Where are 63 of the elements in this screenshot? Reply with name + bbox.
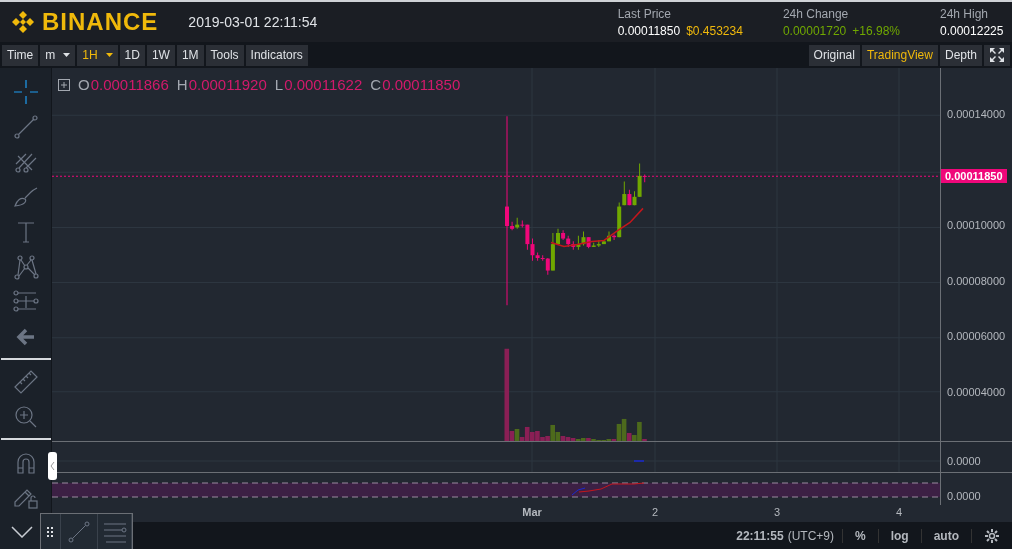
time-label: 4 [895,506,903,518]
interval-dropdown[interactable]: m [40,44,76,66]
stat-value: 0.00011850 [617,23,681,38]
stat-value: +16.98% [852,23,900,38]
view-tab[interactable]: TradingView [861,44,938,66]
scale-option[interactable]: log [878,528,922,543]
toolbar-button[interactable]: 1W [146,44,175,66]
panel-handle[interactable] [48,452,57,480]
indicator-tick: 0.0000 [947,490,981,502]
indicator-line [633,460,645,462]
stat-value: 0.00001720 [782,23,847,38]
price-tick: 0.00008000 [947,275,1006,287]
fullscreen-button[interactable] [984,44,1010,66]
chevron-down-icon [11,525,33,538]
legend-key: L [274,76,284,93]
stat-value: 0.00012225 [940,23,1004,38]
toolbar-button[interactable]: Tools [205,44,244,66]
toolbar-button[interactable]: 1D [119,44,145,66]
interval-dropdown[interactable]: 1H [77,44,118,66]
scale-option[interactable]: % [843,528,879,543]
price-tick: 0.00006000 [947,330,1006,342]
time-label: 2 [651,506,659,518]
legend-value: 0.00011866 [90,76,169,93]
lines-icon [101,520,128,543]
time-label: 3 [773,506,781,518]
pattern-icon [11,252,40,281]
settings-icon [984,527,1000,544]
caret-icon [63,53,71,57]
price-tick: 0.00004000 [947,386,1006,398]
legend-value: 0.00011850 [382,76,461,93]
logo-text: BINANCE [42,8,159,36]
legend-key: O [78,76,90,93]
grip-icon [47,526,54,537]
caret-icon [105,53,113,57]
scale-option[interactable]: auto [921,528,972,543]
last-price-tag: 0.00011850 [941,169,1007,183]
price-tick: 0.00010000 [947,219,1006,231]
price-tick: 0.00014000 [947,108,1006,120]
time-label: Mar [522,506,542,518]
legend-value: 0.00011920 [188,76,267,93]
fullscreen-icon [989,47,1005,63]
timezone: (UTC+9) [787,528,834,543]
stat-label: 24h Change [782,6,850,21]
legend-value: 0.00011622 [284,76,363,93]
trend-line-icon [67,519,92,544]
legend-key: H [176,76,188,93]
status-time: 22:11:55 [736,528,784,543]
stat-label: 24h High [940,6,990,21]
view-tab[interactable]: Depth [939,44,982,66]
legend-key: C [370,76,382,93]
chevron-left-icon [50,462,55,470]
trend-line-icon [11,112,40,141]
view-tab[interactable]: Original [808,44,860,66]
expand-icon[interactable] [58,78,70,91]
toolbar-button[interactable]: Time [2,44,39,66]
crosshair-icon [11,77,40,106]
date-time: 2019-03-01 22:11:54 [188,14,318,30]
stat-value: $0.453234 [686,23,743,38]
toolbar-button[interactable]: Indicators [245,44,308,66]
toolbar-button[interactable]: 1M [176,44,204,66]
logo-icon [10,9,36,35]
indicator-tick: 0.0000 [947,455,981,467]
stat-label: Last Price [617,6,672,21]
